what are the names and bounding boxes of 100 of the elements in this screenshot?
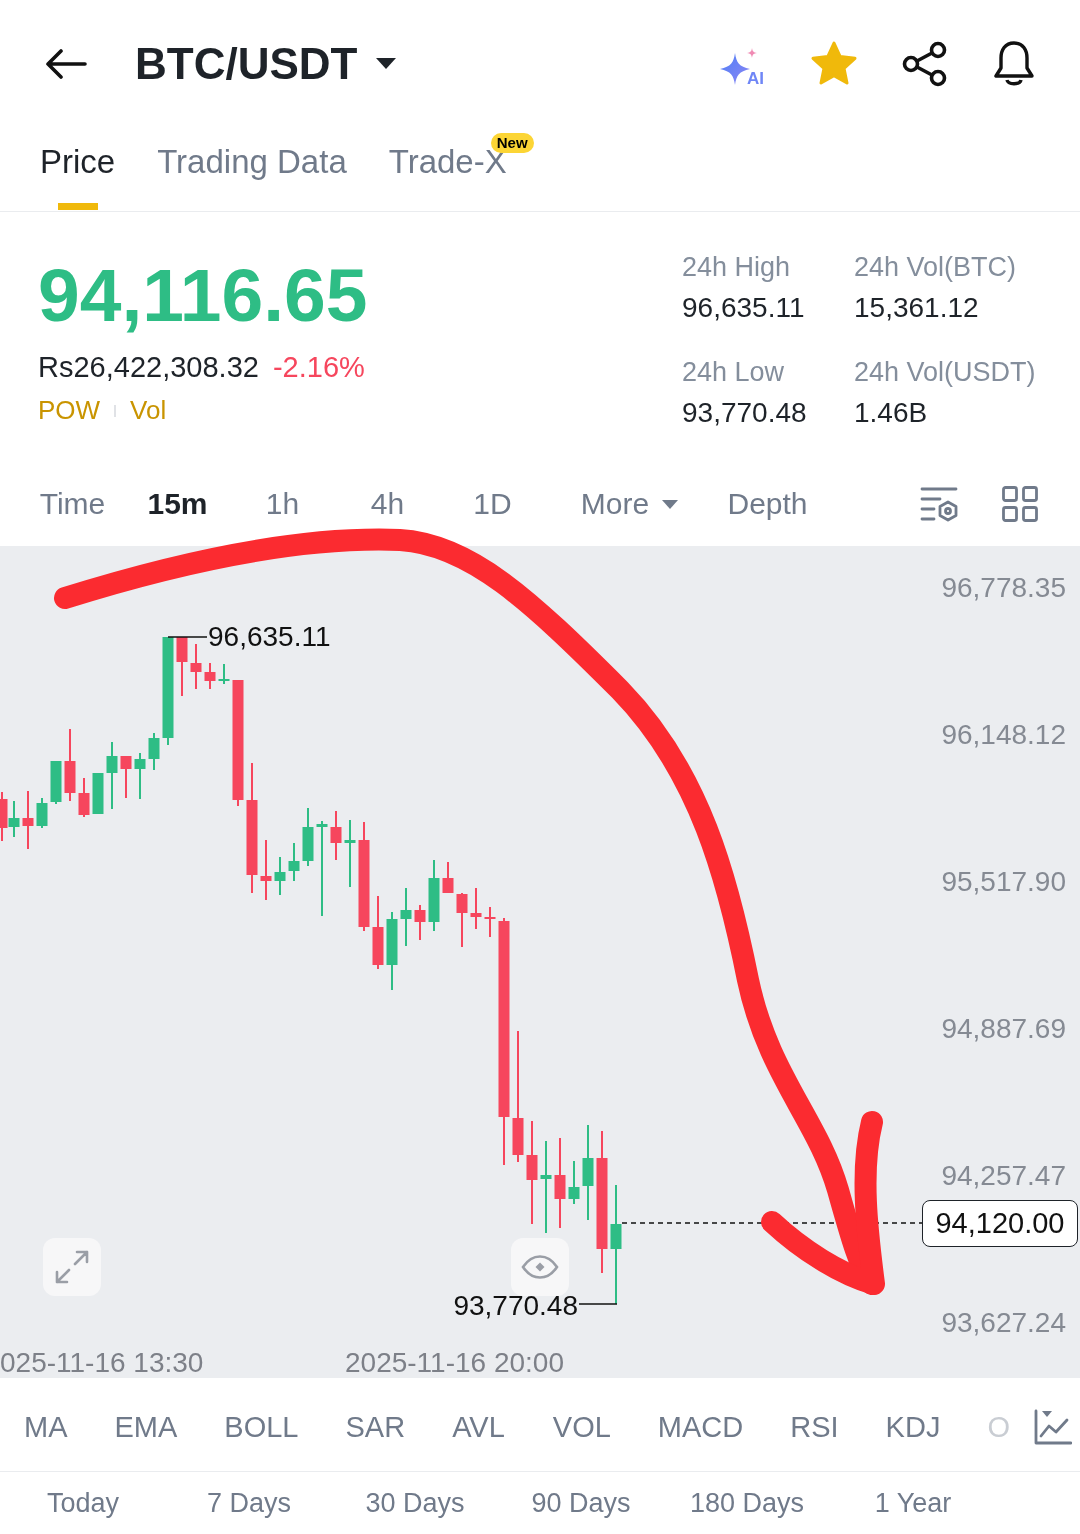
axis-label: 94,257.47: [941, 1160, 1066, 1192]
share-button[interactable]: [902, 41, 948, 87]
candle: [400, 888, 412, 946]
interval-tab[interactable]: Depth: [715, 486, 820, 522]
axis-label: 96,148.12: [941, 719, 1066, 751]
list-settings-icon: [920, 486, 958, 522]
candle: [22, 791, 34, 849]
candle: [456, 893, 468, 947]
candle: [484, 907, 496, 937]
last-price-tag: 94,120.00: [922, 1200, 1078, 1247]
layout-button[interactable]: [1002, 486, 1038, 522]
candle: [428, 860, 440, 931]
grid-icon: [1002, 486, 1038, 522]
candle: [78, 778, 90, 817]
candle: [274, 857, 286, 895]
ai-button[interactable]: AI: [719, 41, 764, 87]
caret-down-icon: [375, 57, 398, 71]
fiat-price: Rs26,422,308.32: [38, 350, 259, 385]
indicator-tab[interactable]: BOLL: [224, 1409, 299, 1444]
candle: [470, 888, 482, 929]
price-change: -2.16%: [272, 350, 365, 385]
axis-label: 96,778.35: [941, 572, 1066, 604]
leader-line: [167, 636, 208, 638]
low-price-label: 93,770.48: [453, 1290, 578, 1322]
indicator-tab[interactable]: KDJ: [885, 1409, 941, 1444]
stat-value: 15,361.12: [854, 291, 979, 325]
tab[interactable]: Trade-XNew: [388, 128, 543, 211]
stat-label: 24h High: [682, 251, 791, 283]
back-arrow-icon: [45, 49, 87, 79]
candle: [288, 843, 300, 881]
candle: [120, 756, 132, 798]
star-icon[interactable]: [810, 41, 858, 87]
caret-down-icon: [661, 498, 680, 510]
period-tab[interactable]: 180 Days: [689, 1487, 805, 1519]
time-label: 2025-11-16 20:00: [345, 1347, 564, 1378]
candle: [204, 663, 216, 689]
indicator-tab[interactable]: MA: [24, 1409, 68, 1444]
share-icon: [902, 41, 948, 87]
indicator-tab[interactable]: MACD: [657, 1409, 744, 1444]
indicator-tab[interactable]: VOL: [552, 1409, 611, 1444]
chart-settings-button[interactable]: [920, 486, 958, 522]
period-tab[interactable]: 1 Year: [874, 1487, 952, 1519]
candle: [442, 862, 454, 893]
candle: [176, 637, 188, 696]
stat-value: 93,770.48: [682, 396, 807, 430]
interval-tab[interactable]: Time: [20, 486, 125, 522]
bell-icon: [992, 40, 1036, 88]
candle: [92, 773, 104, 814]
stat-value: 96,635.11: [682, 291, 805, 325]
last-price: 94,116.65: [38, 258, 368, 333]
interval-tab[interactable]: 1D: [440, 486, 545, 522]
tab[interactable]: Trading Data: [157, 128, 347, 211]
pair-selector[interactable]: BTC/USDT: [135, 39, 398, 89]
time-label: 025-11-16 13:30: [0, 1347, 204, 1378]
indicator-tab[interactable]: SAR: [345, 1409, 406, 1444]
notification-button[interactable]: [992, 40, 1036, 88]
candle: [302, 808, 314, 866]
period-tab[interactable]: 90 Days: [531, 1487, 631, 1519]
new-badge: New: [490, 133, 534, 153]
visibility-button[interactable]: [511, 1238, 569, 1296]
candle: [414, 905, 426, 940]
stat-label: 24h Low: [682, 356, 785, 388]
candle: [330, 811, 342, 860]
candle: [64, 729, 76, 801]
leader-line: [578, 1303, 618, 1305]
candle: [134, 753, 146, 799]
axis-label: 95,517.90: [941, 866, 1066, 898]
fullscreen-button[interactable]: [43, 1238, 101, 1296]
indicator-tab[interactable]: EMA: [114, 1409, 178, 1444]
indicator-tab[interactable]: AVL: [452, 1409, 505, 1444]
high-price-label: 96,635.11: [208, 621, 331, 653]
stat-value: 1.46B: [854, 396, 928, 430]
indicator-settings-button[interactable]: [1033, 1408, 1072, 1445]
period-tab[interactable]: Today: [46, 1487, 120, 1519]
candle: [148, 733, 160, 770]
candle: [344, 820, 356, 887]
interval-tab[interactable]: 4h: [335, 486, 440, 522]
more-dropdown[interactable]: More: [545, 486, 715, 522]
candle: [218, 664, 230, 684]
tag-link[interactable]: Vol: [130, 395, 167, 426]
interval-tab[interactable]: 1h: [230, 486, 335, 522]
eye-icon: [521, 1255, 559, 1279]
back-button[interactable]: [45, 49, 87, 79]
candle: [260, 840, 272, 900]
stat-label: 24h Vol(USDT): [854, 356, 1036, 388]
axis-label: 94,887.69: [941, 1013, 1066, 1045]
period-tab[interactable]: 30 Days: [365, 1487, 465, 1519]
candle: [568, 1161, 580, 1204]
interval-tab[interactable]: 15m: [125, 486, 230, 522]
tag-link[interactable]: POW: [38, 395, 101, 426]
period-tab[interactable]: 7 Days: [206, 1487, 291, 1519]
axis-label: 93,627.24: [941, 1307, 1066, 1339]
candle: [190, 644, 202, 689]
indicator-tab[interactable]: RSI: [790, 1409, 839, 1444]
expand-icon: [54, 1249, 90, 1285]
line-chart-icon: [1033, 1408, 1072, 1445]
candle: [50, 761, 62, 804]
candle: [106, 742, 118, 809]
stat-label: 24h Vol(BTC): [854, 251, 1017, 283]
tab[interactable]: Price: [40, 128, 116, 211]
